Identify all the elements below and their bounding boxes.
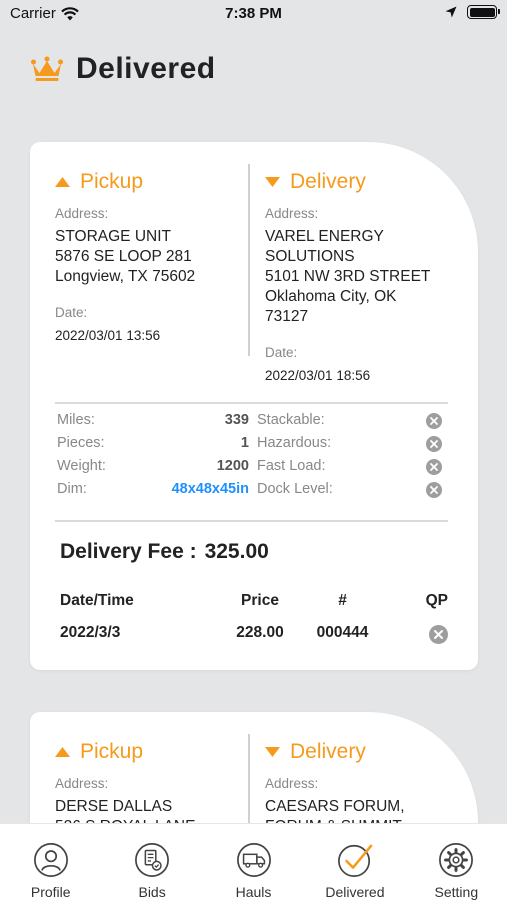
spec-label: Weight: bbox=[57, 458, 106, 474]
tab-setting[interactable]: Setting bbox=[406, 824, 507, 900]
page-header: Delivered bbox=[30, 52, 216, 86]
delivery-date: 2022/03/01 18:56 bbox=[265, 368, 371, 383]
battery-icon bbox=[467, 5, 500, 19]
status-time: 7:38 PM bbox=[225, 5, 282, 22]
bids-icon bbox=[135, 843, 170, 877]
delivered-load-card[interactable]: Pickup Address: STORAGE UNIT 5876 SE LOO… bbox=[30, 142, 478, 670]
delivered-icon bbox=[337, 844, 373, 877]
spec-value: 1200 bbox=[216, 458, 249, 474]
column-header: Price bbox=[241, 592, 279, 609]
pickup-address-line: DERSE DALLAS bbox=[55, 798, 173, 815]
no-icon bbox=[426, 436, 442, 452]
tab-label: Bids bbox=[138, 884, 166, 900]
pickup-heading-label: Pickup bbox=[80, 740, 144, 763]
triangle-down-icon bbox=[265, 177, 280, 187]
tab-profile[interactable]: Profile bbox=[0, 824, 101, 900]
spec-value: 1 bbox=[240, 435, 249, 451]
pickup-heading: Pickup bbox=[55, 740, 250, 764]
divider bbox=[55, 402, 448, 404]
delivery-address-label: Address: bbox=[265, 206, 319, 221]
column-header: # bbox=[338, 592, 347, 609]
tab-label: Profile bbox=[30, 884, 71, 900]
load-specs: Miles: 339 Stackable: Pieces: 1 Hazardou… bbox=[57, 412, 442, 504]
dimensions-link[interactable]: 48x48x45in bbox=[172, 481, 249, 497]
crown-icon bbox=[31, 56, 63, 81]
gear-icon bbox=[439, 843, 474, 877]
delivery-address-line: VAREL ENERGY bbox=[265, 228, 384, 245]
page-title: Delivered bbox=[76, 52, 216, 85]
spec-label: Dim: bbox=[57, 481, 87, 497]
pickup-column: Pickup Address: STORAGE UNIT 5876 SE LOO… bbox=[55, 170, 250, 343]
flag-label: Stackable: bbox=[257, 412, 325, 428]
table-cell: 000444 bbox=[316, 624, 369, 641]
bid-table: Date/Time Price # QP 2022/3/3 228.00 000… bbox=[60, 592, 448, 656]
delivery-fee-label: Delivery Fee : bbox=[60, 540, 197, 563]
delivery-date-label: Date: bbox=[265, 345, 298, 360]
delivery-address: VAREL ENERGY SOLUTIONS 5101 NW 3RD STREE… bbox=[265, 227, 465, 327]
table-cell: 2022/3/3 bbox=[60, 624, 121, 641]
delivery-heading-label: Delivery bbox=[290, 170, 366, 193]
pickup-address-line: STORAGE UNIT bbox=[55, 228, 171, 245]
delivery-heading: Delivery bbox=[265, 170, 465, 194]
delivery-heading-label: Delivery bbox=[290, 740, 366, 763]
table-cell: 228.00 bbox=[236, 624, 284, 641]
spec-row: Dim: 48x48x45in Dock Level: bbox=[57, 481, 442, 504]
pickup-address: STORAGE UNIT 5876 SE LOOP 281 Longview, … bbox=[55, 227, 250, 287]
tab-label: Delivered bbox=[325, 884, 385, 900]
status-bar: Carrier 7:38 PM bbox=[0, 0, 507, 28]
spec-label: Miles: bbox=[57, 412, 95, 428]
column-header: Date/Time bbox=[60, 592, 134, 609]
delivery-heading: Delivery bbox=[265, 740, 465, 764]
profile-icon bbox=[33, 843, 68, 877]
spec-label: Pieces: bbox=[57, 435, 105, 451]
table-row: 2022/3/3 228.00 000444 bbox=[60, 624, 448, 656]
triangle-up-icon bbox=[55, 177, 70, 187]
table-header-row: Date/Time Price # QP bbox=[60, 592, 448, 624]
column-header: QP bbox=[425, 592, 448, 609]
pickup-address-line: Longview, TX 75602 bbox=[55, 268, 196, 285]
spec-row: Miles: 339 Stackable: bbox=[57, 412, 442, 435]
delivery-fee: Delivery Fee : 325.00 bbox=[60, 540, 269, 564]
tab-label: Hauls bbox=[235, 884, 272, 900]
tab-bids[interactable]: Bids bbox=[101, 824, 202, 900]
pickup-address-label: Address: bbox=[55, 206, 109, 221]
delivery-column: Delivery Address: VAREL ENERGY SOLUTIONS… bbox=[265, 170, 465, 383]
delivery-address-line: 73127 bbox=[265, 308, 309, 325]
qp-no-icon bbox=[429, 625, 448, 644]
flag-label: Fast Load: bbox=[257, 458, 326, 474]
spec-row: Pieces: 1 Hazardous: bbox=[57, 435, 442, 458]
delivery-address-label: Address: bbox=[265, 776, 319, 791]
triangle-up-icon bbox=[55, 747, 70, 757]
tab-label: Setting bbox=[434, 884, 479, 900]
pickup-heading: Pickup bbox=[55, 170, 250, 194]
triangle-down-icon bbox=[265, 747, 280, 757]
delivery-fee-value: 325.00 bbox=[204, 540, 269, 563]
divider bbox=[55, 520, 448, 522]
pickup-address-line: 5876 SE LOOP 281 bbox=[55, 248, 192, 265]
tab-delivered[interactable]: Delivered bbox=[304, 824, 405, 900]
pickup-date: 2022/03/01 13:56 bbox=[55, 328, 161, 343]
location-arrow-icon bbox=[445, 6, 457, 18]
delivery-address-line: 5101 NW 3RD STREET bbox=[265, 268, 431, 285]
delivery-address-line: CAESARS FORUM, bbox=[265, 798, 405, 815]
flag-label: Hazardous: bbox=[257, 435, 332, 451]
no-icon bbox=[426, 459, 442, 475]
spec-value: 339 bbox=[224, 412, 249, 428]
no-icon bbox=[426, 413, 442, 429]
tab-hauls[interactable]: Hauls bbox=[203, 824, 304, 900]
no-icon bbox=[426, 482, 442, 498]
flag-label: Dock Level: bbox=[257, 481, 333, 497]
delivery-address-line: Oklahoma City, OK bbox=[265, 288, 397, 305]
spec-row: Weight: 1200 Fast Load: bbox=[57, 458, 442, 481]
pickup-address-label: Address: bbox=[55, 776, 109, 791]
pickup-heading-label: Pickup bbox=[80, 170, 144, 193]
tab-bar: Profile Bids Hauls Delivered Setting bbox=[0, 823, 507, 900]
delivery-address-line: SOLUTIONS bbox=[265, 248, 355, 265]
hauls-icon bbox=[236, 843, 271, 877]
pickup-date-label: Date: bbox=[55, 305, 88, 320]
